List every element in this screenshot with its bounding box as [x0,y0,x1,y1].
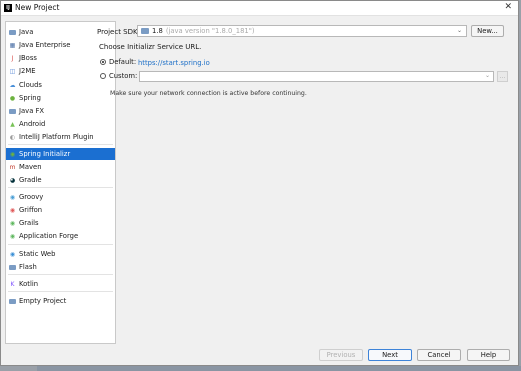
folder-icon: ▬ [9,298,16,304]
sidebar-item-label: Kotlin [19,280,39,288]
cloud-icon: ☁ [9,81,16,89]
default-url-radio[interactable] [100,59,106,65]
project-type-list: ▬ Java ▦ Java Enterprise J JBoss ◫ J2ME ☁ Clouds ●… [5,21,116,344]
help-button[interactable]: Help [467,349,510,361]
chevron-down-icon: ⌄ [484,72,490,79]
kotlin-icon: K [10,280,15,288]
sidebar-item-label: Griffon [19,206,43,214]
default-url-link[interactable]: https://start.spring.io [138,59,210,67]
folder-icon: ▬ [9,264,16,270]
taskbar-strip [37,366,521,371]
sidebar-item-label: J2ME [19,67,36,75]
sidebar-item-label: Static Web [19,250,56,258]
sidebar-item-label: Android [19,120,46,128]
sidebar-item-label: Spring [19,94,41,102]
title-bar: IJ New Project ✕ [1,1,518,16]
plugin-icon: ◐ [9,133,16,141]
griffon-icon: ◉ [9,206,16,214]
new-project-dialog: IJ New Project ✕ ▬ Java ▦ Java Enterprise J J… [0,0,519,366]
sidebar-item-label: Spring Initializr [19,150,71,158]
globe-icon: ◉ [9,250,16,258]
intellij-app-icon: IJ [4,4,12,12]
sidebar-separator [8,187,113,188]
custom-url-label: Custom: [109,72,138,80]
sidebar-item-j2me[interactable]: ◫ J2ME [6,65,115,77]
spring-initializr-icon: ◉ [9,150,16,158]
sidebar-item-empty-project[interactable]: ▬ Empty Project [6,295,115,307]
application-forge-icon: ◉ [9,232,16,240]
j2me-icon: ◫ [9,67,16,75]
sidebar-item-label: Groovy [19,193,44,201]
project-sdk-dropdown[interactable]: 1.8 (java version "1.8.0_181") ⌄ [137,25,467,37]
sidebar-item-label: Grails [19,219,39,227]
previous-button[interactable]: Previous [319,349,363,361]
sidebar-item-label: Clouds [19,81,42,89]
groovy-icon: ◉ [9,193,16,201]
sidebar-separator [8,244,113,245]
sidebar-item-static-web[interactable]: ◉ Static Web [6,248,115,260]
android-icon: ▲ [10,120,15,128]
new-sdk-button[interactable]: New... [471,25,504,37]
custom-url-input[interactable]: ⌄ [139,71,494,82]
sidebar-item-flash[interactable]: ▬ Flash [6,261,115,273]
sidebar-item-kotlin[interactable]: K Kotlin [6,278,115,290]
sidebar-item-android[interactable]: ▲ Android [6,118,115,130]
sdk-selected-version: (java version "1.8.0_181") [165,27,255,35]
sidebar-item-label: Application Forge [19,232,79,240]
custom-url-radio[interactable] [100,73,106,79]
sidebar-item-clouds[interactable]: ☁ Clouds [6,79,115,91]
sidebar-item-label: JBoss [19,54,37,62]
project-sdk-label: Project SDK: [97,28,140,36]
spring-leaf-icon: ● [9,94,16,102]
java-enterprise-icon: ▦ [9,41,16,49]
sidebar-item-label: Maven [19,163,42,171]
sidebar-item-label: Flash [19,263,37,271]
next-button[interactable]: Next [368,349,412,361]
sidebar-item-spring[interactable]: ● Spring [6,92,115,104]
custom-url-browse-button[interactable]: … [497,71,508,82]
gradle-icon: ◕ [9,176,16,184]
sidebar-item-label: Java FX [19,107,45,115]
default-url-label: Default: [109,58,137,66]
cancel-button[interactable]: Cancel [417,349,461,361]
close-icon[interactable]: ✕ [504,2,512,12]
sidebar-item-label: Gradle [19,176,42,184]
sdk-folder-icon [141,28,149,34]
sidebar-item-griffon[interactable]: ◉ Griffon [6,204,115,216]
sidebar-item-maven[interactable]: m Maven [6,161,115,173]
window-title: New Project [15,3,60,12]
grails-icon: ◉ [9,219,16,227]
folder-icon: ▬ [9,29,16,35]
sidebar-item-jboss[interactable]: J JBoss [6,52,115,64]
sidebar-item-application-forge[interactable]: ◉ Application Forge [6,230,115,242]
sidebar-item-spring-initializr[interactable]: ◉ Spring Initializr [6,148,115,160]
sdk-selected-name: 1.8 [152,27,163,35]
choose-url-heading: Choose Initializr Service URL. [99,43,202,51]
jboss-icon: J [11,54,14,62]
sidebar-item-intellij-platform-plugin[interactable]: ◐ IntelliJ Platform Plugin [6,131,115,143]
sidebar-item-label: IntelliJ Platform Plugin [19,133,94,141]
folder-icon: ▬ [9,108,16,114]
sidebar-item-groovy[interactable]: ◉ Groovy [6,191,115,203]
chevron-down-icon: ⌄ [456,27,462,34]
sidebar-item-java-fx[interactable]: ▬ Java FX [6,105,115,117]
sidebar-separator [8,144,113,145]
sidebar-item-label: Java Enterprise [19,41,71,49]
network-note: Make sure your network connection is act… [110,90,307,97]
sidebar-item-label: Empty Project [19,297,67,305]
sidebar-item-label: Java [19,28,34,36]
sidebar-separator [8,274,113,275]
sidebar-item-grails[interactable]: ◉ Grails [6,217,115,229]
maven-icon: m [9,163,16,171]
sidebar-separator [8,291,113,292]
sidebar-item-gradle[interactable]: ◕ Gradle [6,174,115,186]
